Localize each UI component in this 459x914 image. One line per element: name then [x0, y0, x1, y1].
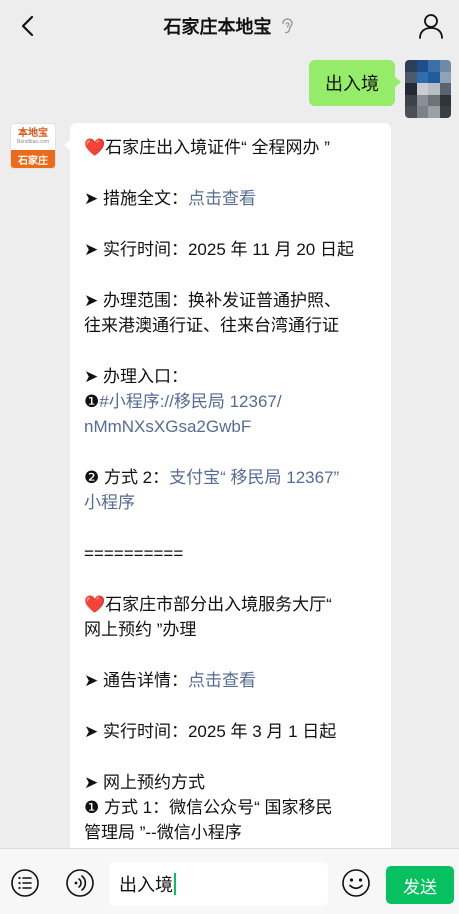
way1-line-2: nMmNXsXGsa2GwbF [84, 414, 383, 439]
measure-line: ➤ 措施全文：点击查看 [84, 189, 256, 208]
miniprogram-link[interactable]: #小程序://移民局 12367/ [99, 392, 281, 411]
emoji-button[interactable] [341, 868, 371, 898]
back-button[interactable] [14, 13, 40, 39]
alipay-link-cont[interactable]: 小程序 [84, 493, 135, 512]
divider-line: ========== [84, 544, 184, 563]
way2-line-2: 小程序 [84, 490, 383, 515]
section2-title-1: ❤️石家庄市部分出入境服务大厅“ [84, 595, 332, 614]
menu-button[interactable] [10, 868, 40, 898]
alipay-link[interactable]: 支付宝“ 移民局 12367” [169, 468, 339, 487]
avatar-city-label: 石家庄 [11, 150, 55, 168]
my-avatar[interactable] [405, 60, 451, 118]
profile-button[interactable] [417, 12, 445, 40]
section1-title: ❤️石家庄出入境证件“ 全程网办 ” [84, 138, 330, 157]
scope-line-2: 往来港澳通行证、往来台湾通行证 [84, 316, 339, 335]
s2-way1-line-1: ❶ 方式 1：微信公众号“ 国家移民 [84, 798, 333, 817]
s2-way1-line-2: 管理局 ”--微信小程序 [84, 823, 242, 842]
voice-icon [66, 869, 94, 897]
method-line: ➤ 网上预约方式 [84, 773, 205, 792]
bot-message-bubble: ❤️石家庄出入境证件“ 全程网办 ” ➤ 措施全文：点击查看 ➤ 实行时间：20… [64, 123, 391, 848]
notice-link[interactable]: 点击查看 [188, 671, 256, 690]
measure-link[interactable]: 点击查看 [188, 189, 256, 208]
chat-title: 石家庄本地宝 [163, 17, 272, 37]
message-input[interactable]: 出入境 [109, 862, 328, 906]
s1-time-line: ➤ 实行时间：2025 年 11 月 20 日起 [84, 240, 354, 259]
input-bar: 出入境 发送 [0, 848, 459, 914]
send-button[interactable]: 发送 [386, 866, 454, 904]
bot-avatar[interactable]: 本地宝 Bendibao.com 石家庄 [10, 123, 56, 169]
scope-line-1: ➤ 办理范围：换补发证普通护照、 [84, 291, 341, 310]
s2-time-line: ➤ 实行时间：2025 年 3 月 1 日起 [84, 722, 337, 741]
way2-line-1: ❷ 方式 2：支付宝“ 移民局 12367” [84, 468, 340, 487]
voice-button[interactable] [65, 868, 95, 898]
entry-line: ➤ 办理入口： [84, 367, 188, 386]
text-caret [174, 873, 176, 895]
way1-line-1: ❶#小程序://移民局 12367/ [84, 392, 282, 411]
top-bar: 石家庄本地宝 [0, 0, 459, 52]
chat-area[interactable]: 出入境 本地宝 Bendibao.com 石家庄 ❤️石家庄出入境证件“ 全程网… [0, 52, 459, 848]
my-message-row: 出入境 [309, 60, 451, 118]
miniprogram-link-cont[interactable]: nMmNXsXGsa2GwbF [84, 417, 251, 436]
notice-line: ➤ 通告详情：点击查看 [84, 671, 256, 690]
heart-icon: ❤️ [84, 138, 106, 157]
ear-icon [281, 18, 293, 34]
menu-list-icon [11, 869, 39, 897]
heart-icon: ❤️ [84, 595, 106, 614]
user-icon [419, 14, 443, 39]
my-message-bubble[interactable]: 出入境 [309, 60, 401, 106]
emoji-icon [342, 869, 370, 897]
title-group: 石家庄本地宝 [164, 13, 296, 39]
section2-title-2: 网上预约 ”办理 [84, 620, 197, 639]
bendibao-logo: 本地宝 Bendibao.com [17, 128, 49, 145]
chevron-left-icon [21, 15, 34, 37]
